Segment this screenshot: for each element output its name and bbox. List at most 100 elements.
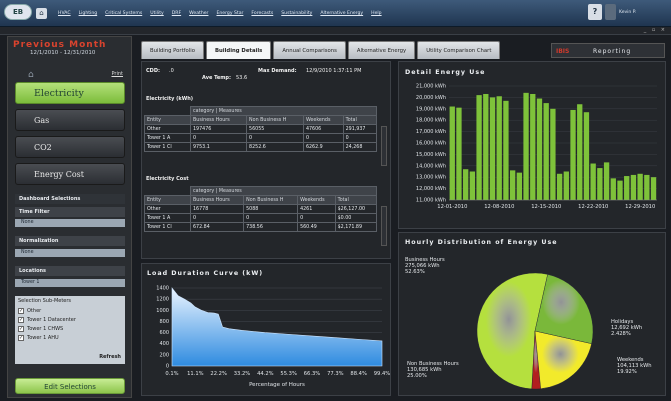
submeter-tower1-chws[interactable]: ✓ Tower 1 CHWS — [15, 324, 125, 333]
measures-label: Measures — [218, 108, 242, 114]
y-tick-label: 200 — [159, 352, 169, 358]
electricity-button[interactable]: Electricity — [15, 82, 125, 104]
time-filter-value[interactable]: None — [15, 219, 125, 227]
dashboard-selections-heading: Dashboard Selections — [15, 194, 125, 204]
menu-item-help[interactable]: Help — [371, 11, 381, 16]
building-details-panel: CDD: .0 Ave Temp: 53.6 Max Demand: 12/9/… — [141, 61, 391, 259]
table-row[interactable]: Tower 1 A 0 0 0 $0.00 — [144, 213, 378, 223]
submeter-tower1-datacenter[interactable]: ✓ Tower 1 Datacenter — [15, 315, 125, 324]
user-name[interactable]: Kevin P. — [619, 10, 636, 15]
tab-building-portfolio[interactable]: Building Portfolio — [141, 41, 204, 59]
menu-item-drf[interactable]: DRF — [172, 11, 181, 16]
category-label: category — [193, 108, 215, 114]
x-axis-label: Percentage of Hours — [249, 382, 305, 388]
x-tick-label: 12-01-2010 — [437, 204, 467, 210]
table-row[interactable]: Other 197476 56055 47606 291,937 — [144, 124, 378, 134]
bar — [536, 98, 543, 200]
col-header: Total — [334, 195, 378, 205]
y-tick-label: 15,000 kWh — [416, 152, 446, 158]
load-duration-panel: Load Duration Curve (kW) 1400 1200 1000 800… — [141, 263, 391, 396]
home-icon[interactable]: ⌂ — [36, 8, 47, 19]
table-cell: Tower 1 Cl — [144, 142, 191, 152]
refresh-button[interactable]: Refresh — [99, 354, 121, 360]
menu-item-forecasts[interactable]: Forecasts — [251, 11, 273, 16]
menu-item-hvac[interactable]: HVAC — [58, 11, 71, 16]
co2-button[interactable]: CO2 — [15, 136, 125, 158]
bar — [530, 93, 536, 200]
menu-item-critical-systems[interactable]: Critical Systems — [105, 11, 142, 16]
x-tick-label: 88.4% — [350, 371, 367, 377]
window-controls[interactable]: _ ▫ × — [644, 27, 667, 33]
y-tick-label: 14,000 kWh — [416, 163, 446, 169]
bar — [597, 168, 603, 200]
bar — [583, 112, 590, 200]
table-cell: 16778 — [189, 204, 245, 214]
normalization-value[interactable]: None — [15, 249, 125, 257]
table-cell: Tower 1 A — [144, 213, 191, 223]
x-tick-label: 12-22-2010 — [578, 204, 608, 210]
user-avatar[interactable] — [605, 4, 616, 20]
submeter-other[interactable]: ✓ Other — [15, 306, 125, 315]
bar — [563, 171, 569, 200]
x-tick-label: 33.2% — [234, 371, 251, 377]
bar — [463, 169, 469, 200]
gas-button[interactable]: Gas — [15, 109, 125, 131]
app-logo[interactable]: EB — [4, 4, 32, 20]
x-tick-label: 12-15-2010 — [531, 204, 561, 210]
tab-alternative-energy[interactable]: Alternative Energy — [347, 41, 416, 59]
ibis-logo: IBIS — [556, 48, 570, 55]
table-cell: 0 — [302, 133, 344, 143]
help-button[interactable]: ? — [588, 4, 602, 20]
energy-cost-button[interactable]: Energy Cost — [15, 163, 125, 185]
bar — [456, 107, 462, 200]
table-row[interactable]: Tower 1 Cl 672.84 738.56 560.49 $2,171.89 — [144, 222, 378, 232]
checkbox-icon[interactable]: ✓ — [18, 307, 24, 314]
detail-energy-chart: 21,000 kWh 20,000 kWh 19,000 kWh 18,000 kWh… — [416, 84, 657, 210]
brand-box: IBIS Reporting — [551, 43, 665, 58]
bar — [483, 93, 489, 200]
submeter-tower1-ahu[interactable]: ✓ Tower 1 AHU — [15, 333, 125, 342]
y-tick-label: 800 — [159, 319, 169, 325]
table-cell: 9753.1 — [189, 142, 248, 152]
table-cell: Tower 1 A — [144, 133, 191, 143]
electricity-cost-title: Electricity Cost — [146, 176, 189, 182]
menu-item-energy-star[interactable]: Energy Star — [216, 11, 243, 16]
col-header: Total — [342, 115, 378, 125]
y-tick-label: 1400 — [156, 286, 169, 292]
menu-item-alternative-energy[interactable]: Alternative Energy — [320, 11, 363, 16]
checkbox-icon[interactable]: ✓ — [18, 316, 24, 323]
entity-header: Entity — [144, 195, 191, 205]
x-tick-label: 12-29-2010 — [625, 204, 655, 210]
menu-item-sustainability[interactable]: Sustainability — [281, 11, 312, 16]
table-row[interactable]: Other 16778 5088 4261 $26,127.00 — [144, 204, 378, 214]
menu-item-weather[interactable]: Weather — [189, 11, 208, 16]
locations-value[interactable]: Tower 1 — [15, 279, 125, 287]
time-filter-label: Time Filter — [15, 207, 125, 217]
tab-annual-comparisons[interactable]: Annual Comparisons — [273, 41, 346, 59]
table-cell: 5088 — [243, 204, 299, 214]
table-scrollbar[interactable] — [381, 206, 387, 246]
menu-item-utility[interactable]: Utility — [150, 11, 164, 16]
house-icon[interactable]: ⌂ — [28, 70, 34, 80]
edit-selections-button[interactable]: Edit Selections — [15, 378, 125, 394]
bar — [650, 177, 657, 200]
col-header: Business Hours — [189, 195, 245, 205]
table-row[interactable]: Tower 1 Cl 9753.1 8252.6 6262.9 24,268 — [144, 142, 378, 152]
table-row[interactable]: Tower 1 A0000 — [144, 133, 378, 143]
tab-utility-comparison-chart[interactable]: Utility Comparison Chart — [417, 41, 501, 59]
menu-item-lighting[interactable]: Lighting — [79, 11, 98, 16]
col-header: Non Business H — [243, 195, 299, 205]
checkbox-icon[interactable]: ✓ — [18, 334, 24, 341]
x-tick-label: 99.4% — [374, 371, 390, 377]
x-tick-label: 22.2% — [210, 371, 227, 377]
bar — [577, 104, 583, 200]
table-scrollbar[interactable] — [381, 126, 387, 166]
print-link[interactable]: Print — [111, 71, 123, 77]
y-tick-label: 0 — [166, 364, 169, 370]
checkbox-icon[interactable]: ✓ — [18, 325, 24, 332]
tab-building-details[interactable]: Building Details — [205, 41, 272, 59]
bar — [550, 108, 556, 200]
entity-header: Entity — [144, 115, 191, 125]
x-tick-label: 11.1% — [187, 371, 204, 377]
user-area: ? Kevin P. — [588, 4, 636, 20]
